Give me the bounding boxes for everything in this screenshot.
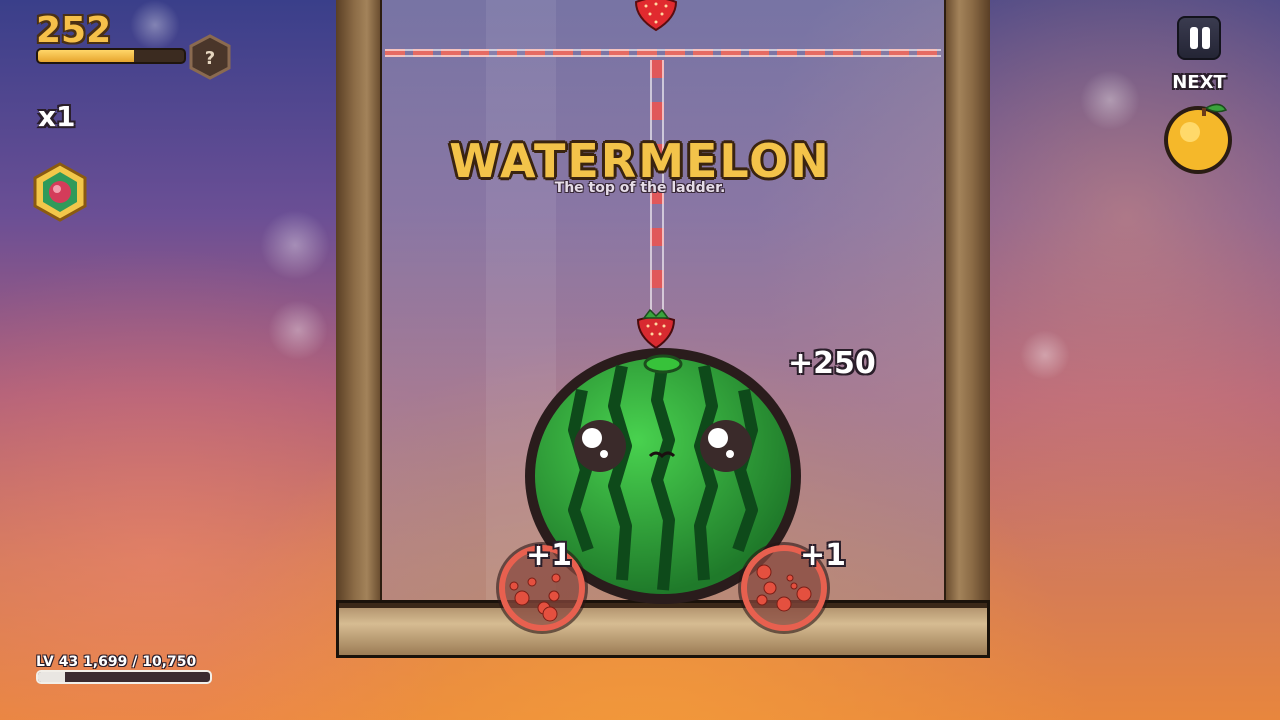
combo-multiplier: x1 (38, 100, 76, 133)
next-fruit-label: NEXT (1172, 72, 1226, 93)
gem-powerup-icon[interactable] (32, 162, 88, 222)
score-progress-fill (38, 50, 135, 62)
dropper-strawberry-icon[interactable] (632, 0, 680, 34)
level-progress-label: LV 43 1,699 / 10,750 (36, 654, 197, 670)
orange-icon (1164, 103, 1232, 174)
level-progress-fill (38, 672, 66, 682)
help-symbol: ? (205, 48, 215, 69)
score-popup-right: +1 (800, 538, 847, 573)
score-progress-bar (36, 48, 186, 64)
left-wall (336, 0, 382, 610)
pause-icon (1190, 27, 1198, 49)
right-wall (944, 0, 990, 610)
help-hexagon-button[interactable]: ? (188, 34, 232, 80)
background-bokeh (130, 0, 180, 50)
level-progress-bar (36, 670, 212, 684)
background-bokeh (260, 210, 330, 280)
score-popup-big: +250 (788, 346, 876, 381)
pause-button[interactable] (1177, 16, 1221, 60)
background-bokeh (1020, 330, 1070, 380)
background-bokeh (1080, 70, 1140, 130)
floor (336, 600, 990, 658)
fruit-subtitle: The top of the ladder. (554, 180, 726, 196)
top-limit-line (385, 49, 941, 57)
score-value: 252 (36, 10, 112, 51)
score-popup-left: +1 (526, 538, 573, 573)
pause-icon (1202, 27, 1210, 49)
background-bokeh (268, 300, 328, 360)
